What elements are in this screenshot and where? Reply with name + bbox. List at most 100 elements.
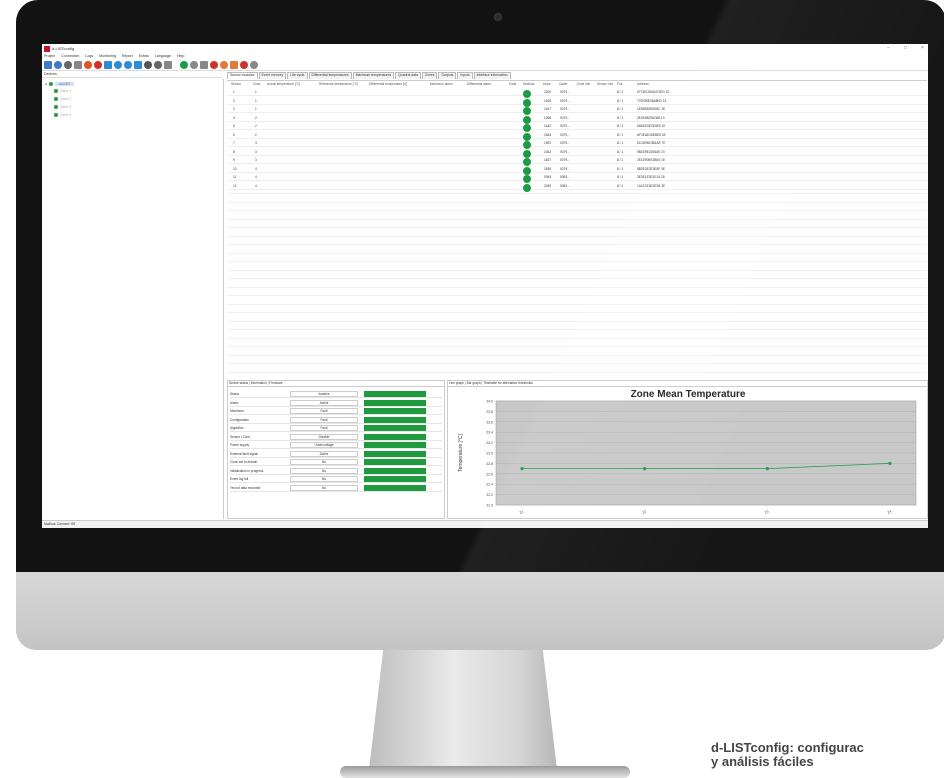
- tree-root[interactable]: ⊿ d-LIST: [44, 81, 75, 86]
- cell-zone: 2: [255, 115, 257, 120]
- column-header[interactable]: Reference temperature [°C]: [319, 82, 358, 86]
- tab-differential-temperatures[interactable]: Differential temperatures: [308, 72, 352, 79]
- lock-icon[interactable]: [250, 60, 258, 69]
- tab-inputs[interactable]: Inputs: [457, 72, 473, 79]
- tree-item-label: Zone 3: [60, 105, 72, 109]
- status-indicator: [364, 484, 426, 491]
- status-indicator: [364, 433, 426, 440]
- tab-quadrat-data[interactable]: Quadrat data: [395, 72, 422, 79]
- column-header[interactable]: Address: [637, 82, 649, 86]
- table-row[interactable]: 8 3 1042 0079... 8 / 1 9B1E9E22E6AE 20: [227, 148, 927, 158]
- connect-icon[interactable]: [104, 60, 112, 69]
- menu-item-monitoring[interactable]: Monitoring: [99, 54, 116, 58]
- tree-item-zone-1[interactable]: Zone 1: [54, 89, 71, 93]
- status-panel-tabs[interactable]: Device status | Information | Firmware: [228, 381, 444, 387]
- monitor-icon[interactable]: [124, 60, 132, 69]
- status-row: Status Inactive: [230, 390, 442, 398]
- menu-item-logs[interactable]: Logs: [85, 54, 93, 58]
- tab-event-memory[interactable]: Event memory: [258, 72, 287, 79]
- tree-item-zone-4[interactable]: Zone 4: [54, 113, 71, 117]
- table-row[interactable]: 6 2 1844 0079... 8 / 1 AF2EAE26EBE5 3E: [227, 131, 927, 141]
- menu-item-project[interactable]: Project: [44, 54, 55, 58]
- print-icon[interactable]: [64, 60, 72, 69]
- column-header[interactable]: Fault: [509, 82, 516, 86]
- table-row[interactable]: 4 2 1068 0079... 8 / 1 2E2E6829DD68 10: [227, 114, 927, 124]
- main-tabs: Sensor modules Event memory Life cycle Diff…: [227, 72, 512, 79]
- list-icon[interactable]: [114, 60, 122, 69]
- clock-icon[interactable]: [84, 60, 92, 69]
- tree-root-label: d-LIST: [55, 81, 75, 86]
- column-header[interactable]: Differential alarm: [467, 82, 491, 86]
- info-icon[interactable]: [134, 60, 142, 69]
- menu-item-report[interactable]: Report: [122, 54, 133, 58]
- column-header[interactable]: Hops: [543, 82, 550, 86]
- start-icon[interactable]: [180, 60, 188, 69]
- menu-item-language[interactable]: Language: [155, 54, 171, 58]
- status-label: Event log full: [230, 477, 249, 481]
- save-icon[interactable]: [54, 60, 62, 69]
- download-icon[interactable]: [164, 60, 172, 69]
- cell-hops: 1068: [544, 115, 552, 120]
- table-gridline: [227, 320, 927, 322]
- table-row[interactable]: 1 1 2200 0079... 8 / 1 0774ECBDA472ED 10: [227, 88, 927, 98]
- alarm-icon[interactable]: [210, 60, 218, 69]
- close-button[interactable]: ×: [921, 45, 924, 51]
- fault-icon[interactable]: [230, 60, 238, 69]
- tree-item-zone-3[interactable]: Zone 3: [54, 105, 71, 109]
- tab-interface-information[interactable]: Interface information: [473, 72, 511, 79]
- cell-cable: 0079...: [560, 90, 570, 94]
- maximize-button[interactable]: □: [904, 45, 907, 51]
- cell-hops: 1042: [544, 149, 552, 154]
- tab-outputs[interactable]: Outputs: [438, 72, 457, 79]
- zoom-icon[interactable]: [190, 60, 198, 69]
- error-icon[interactable]: [240, 60, 248, 69]
- column-header[interactable]: Differential temperature [K]: [369, 82, 407, 86]
- cell-hops: 1902: [544, 141, 552, 145]
- column-header[interactable]: Zone: [253, 82, 260, 86]
- status-label: External fault signal: [230, 451, 258, 456]
- column-header[interactable]: Zone info: [577, 82, 590, 86]
- table-row[interactable]: 11 4 0945 0053... 8 / 1 3E2E1E3E1E1A 28: [227, 173, 927, 183]
- tab-life-cycle[interactable]: Life cycle: [287, 72, 308, 79]
- new-icon[interactable]: [44, 60, 52, 69]
- table-row[interactable]: 12 4 2049 0053... 8 / 1 1A1E2E3E2E2B 3E: [227, 182, 927, 192]
- cell-sensor: 4: [233, 115, 235, 120]
- graph-icon[interactable]: [200, 60, 208, 69]
- chart-panel: Line graph | Bar graph | Timetable for a…: [447, 380, 928, 519]
- table-row[interactable]: 9 3 1637 0079... 8 / 1 2E1E90EE3BE6 1E: [227, 156, 927, 166]
- table-row[interactable]: 3 1 1447 0079... 8 / 1 1E83B52E6D8C 1E: [227, 105, 927, 115]
- expand-icon[interactable]: ⊿: [44, 81, 47, 86]
- sensor-table: Sensor Zone Actual temperature [°C] Referen…: [227, 80, 927, 378]
- table-row[interactable]: 2 1 1208 0079... 8 / 1 770F89E35A8ED 13: [227, 97, 927, 107]
- menu-item-extras[interactable]: Extras: [139, 54, 149, 58]
- device-tree: ⊿ d-LIST Zone 1 Zone 2 Zone 3 Zone 4: [42, 79, 224, 519]
- settings-icon[interactable]: [154, 60, 162, 69]
- column-header[interactable]: Maximum alarm: [430, 82, 453, 86]
- column-header[interactable]: Cable: [559, 82, 567, 86]
- table-row[interactable]: 5 2 1442 0079... 8 / 1 5A51EDE2E0E5 10: [227, 122, 927, 132]
- tab-zones[interactable]: Zones: [422, 72, 438, 79]
- column-header[interactable]: Sensor info: [597, 82, 613, 86]
- table-gridline: [227, 244, 927, 245]
- table-gridline: [227, 354, 927, 356]
- column-header[interactable]: Modbus: [523, 82, 534, 86]
- table-row[interactable]: 7 3 1902 0079... 8 / 1 5C2D9B23B1AE 7E: [227, 139, 927, 149]
- column-header[interactable]: Pos.: [617, 82, 623, 86]
- table-gridline: [227, 337, 927, 339]
- tab-sensor-modules[interactable]: Sensor modules: [227, 72, 258, 79]
- tree-item-zone-2[interactable]: Zone 2: [54, 97, 71, 101]
- status-value: Inactive: [290, 391, 358, 397]
- report-icon[interactable]: [144, 60, 152, 69]
- menu-item-connection[interactable]: Connection: [61, 54, 79, 58]
- status-row: Alarm Active: [230, 399, 442, 407]
- column-header[interactable]: Actual temperature [°C]: [267, 82, 300, 86]
- tools-icon[interactable]: [74, 60, 82, 69]
- warning-icon[interactable]: [220, 60, 228, 69]
- minimize-button[interactable]: −: [887, 45, 890, 51]
- stop-icon[interactable]: [94, 60, 102, 69]
- cell-pos: 8 / 1: [617, 124, 624, 128]
- menu-item-help[interactable]: Help: [177, 54, 184, 58]
- table-row[interactable]: 10 4 1839 0079... 8 / 1 8B2E3E2E3E8F 3E: [227, 165, 927, 175]
- tab-maximum-temperatures[interactable]: Maximum temperatures: [352, 72, 395, 79]
- column-header[interactable]: Sensor: [231, 82, 241, 86]
